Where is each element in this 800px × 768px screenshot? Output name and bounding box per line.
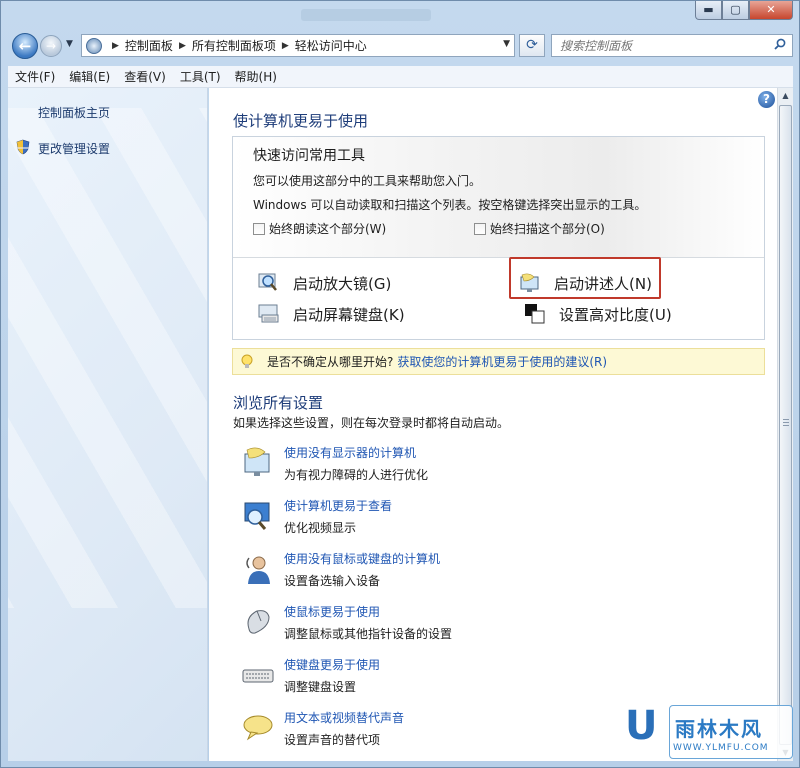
- speech-bubble-icon: [243, 715, 273, 741]
- setting-link[interactable]: 使用没有显示器的计算机: [284, 444, 416, 461]
- setting-item: 使键盘更易于使用 调整键盘设置: [241, 656, 741, 702]
- sidebar-item-change-admin-settings[interactable]: 更改管理设置: [38, 140, 110, 157]
- back-arrow-icon: ←: [18, 37, 32, 55]
- setting-link[interactable]: 使用没有鼠标或键盘的计算机: [284, 550, 440, 567]
- vertical-scrollbar[interactable]: ▲ ▼: [777, 88, 793, 761]
- address-bar[interactable]: ▶ 控制面板 ▶ 所有控制面板项 ▶ 轻松访问中心 ▼: [81, 34, 515, 57]
- high-contrast-icon: [525, 304, 545, 324]
- setting-description: 优化视频显示: [284, 521, 357, 535]
- breadcrumb-separator[interactable]: ▶: [112, 41, 119, 51]
- start-magnifier-link[interactable]: 启动放大镜(G): [257, 272, 391, 294]
- tool-label[interactable]: 设置高对比度(U): [559, 304, 672, 325]
- window-title-blurred: [301, 9, 431, 21]
- sidebar-item-control-panel-home[interactable]: 控制面板主页: [38, 104, 110, 121]
- mouse-icon: [247, 610, 270, 634]
- narrator-highlight-box: [509, 257, 661, 299]
- setting-description: 设置声音的替代项: [284, 733, 381, 747]
- scroll-up-arrow-icon[interactable]: ▲: [778, 88, 793, 104]
- start-on-screen-keyboard-link[interactable]: 启动屏幕键盘(K): [257, 303, 405, 325]
- setting-description: 为有视力障碍的人进行优化: [284, 468, 429, 482]
- checkbox-box[interactable]: [253, 222, 265, 235]
- title-bar: ▬ ▢ ✕: [1, 1, 799, 29]
- magnifier-icon: [258, 273, 277, 291]
- quick-access-description: 您可以使用这部分中的工具来帮助您入门。: [253, 174, 482, 188]
- breadcrumb-ease-of-access[interactable]: 轻松访问中心: [295, 37, 367, 54]
- checkbox-box[interactable]: [474, 222, 486, 235]
- always-read-checkbox[interactable]: 始终朗读这个部分(W): [253, 220, 386, 237]
- menu-bar: 文件(F) 编辑(E) 查看(V) 工具(T) 帮助(H): [8, 66, 793, 88]
- checkbox-label: 始终扫描这个部分(O): [490, 222, 605, 236]
- left-pane: 控制面板主页 更改管理设置: [8, 88, 208, 761]
- tool-label[interactable]: 启动屏幕键盘(K): [293, 304, 405, 325]
- setting-link[interactable]: 使鼠标更易于使用: [284, 603, 380, 620]
- refresh-icon: ⟳: [526, 37, 538, 53]
- no-display-icon: [244, 447, 270, 476]
- setting-description: 调整键盘设置: [284, 680, 357, 694]
- checkbox-label: 始终朗读这个部分(W): [269, 222, 387, 236]
- menu-edit[interactable]: 编辑(E): [62, 68, 117, 85]
- breadcrumb-all-items[interactable]: 所有控制面板项: [192, 37, 276, 54]
- on-screen-keyboard-icon: [258, 304, 279, 323]
- browse-settings-title: 浏览所有设置: [233, 394, 324, 412]
- back-button[interactable]: ←: [12, 33, 38, 59]
- menu-view[interactable]: 查看(V): [117, 68, 173, 85]
- setting-item: 使用没有显示器的计算机 为有视力障碍的人进行优化: [241, 444, 741, 490]
- menu-help[interactable]: 帮助(H): [228, 68, 284, 85]
- browse-settings-subtitle: 如果选择这些设置，则在每次登录时都将自动启动。: [233, 416, 510, 430]
- setting-item: 使鼠标更易于使用 调整鼠标或其他指针设备的设置: [241, 603, 741, 649]
- always-scan-checkbox[interactable]: 始终扫描这个部分(O): [474, 220, 605, 237]
- quick-access-header: 快速访问常用工具 您可以使用这部分中的工具来帮助您入门。 Windows 可以自…: [233, 137, 764, 258]
- setting-link[interactable]: 使计算机更易于查看: [284, 497, 392, 514]
- breadcrumb-separator[interactable]: ▶: [179, 41, 186, 51]
- set-high-contrast-link[interactable]: 设置高对比度(U): [523, 303, 672, 325]
- window-controls: ▬ ▢ ✕: [695, 1, 793, 20]
- keyboard-icon: [242, 669, 274, 683]
- help-icon[interactable]: ?: [758, 91, 775, 108]
- setting-description: 调整鼠标或其他指针设备的设置: [284, 627, 453, 641]
- breadcrumb-separator[interactable]: ▶: [282, 41, 289, 51]
- tip-question: 是否不确定从哪里开始?: [267, 355, 394, 369]
- setting-item: 使计算机更易于查看 优化视频显示: [241, 497, 741, 543]
- uac-shield-icon: [16, 139, 30, 155]
- minimize-button[interactable]: ▬: [695, 1, 722, 20]
- scroll-thumb[interactable]: [779, 105, 792, 745]
- user-speech-icon: [246, 556, 270, 584]
- display-magnify-icon: [244, 502, 270, 530]
- menu-tools[interactable]: 工具(T): [173, 68, 228, 85]
- address-dropdown-icon[interactable]: ▼: [503, 39, 510, 49]
- tip-bar: 是否不确定从哪里开始? 获取使您的计算机更易于使用的建议(R): [232, 348, 765, 375]
- close-button[interactable]: ✕: [749, 1, 793, 20]
- scroll-grip: [783, 419, 789, 427]
- quick-access-panel: 快速访问常用工具 您可以使用这部分中的工具来帮助您入门。 Windows 可以自…: [232, 136, 765, 340]
- quick-access-title: 快速访问常用工具: [253, 148, 365, 164]
- tool-label[interactable]: 启动放大镜(G): [293, 273, 391, 294]
- search-input[interactable]: [552, 35, 762, 56]
- main-pane: ? 使计算机更易于使用 快速访问常用工具 您可以使用这部分中的工具来帮助您入门。…: [209, 88, 777, 761]
- search-box[interactable]: [551, 34, 793, 57]
- setting-link[interactable]: 用文本或视频替代声音: [284, 709, 404, 726]
- scroll-down-arrow-icon[interactable]: ▼: [778, 745, 793, 761]
- recent-pages-dropdown[interactable]: ▼: [66, 39, 73, 49]
- left-pane-decoration: [8, 108, 207, 608]
- menu-file[interactable]: 文件(F): [8, 68, 62, 85]
- control-panel-icon: [86, 37, 102, 54]
- refresh-button[interactable]: ⟳: [519, 34, 545, 57]
- navigation-bar: ← → ▼ ▶ 控制面板 ▶ 所有控制面板项 ▶ 轻松访问中心 ▼ ⟳: [1, 29, 799, 63]
- maximize-button[interactable]: ▢: [722, 1, 749, 20]
- forward-button[interactable]: →: [40, 35, 62, 57]
- lightbulb-icon: [241, 354, 253, 368]
- breadcrumb-control-panel[interactable]: 控制面板: [125, 37, 173, 54]
- setting-link[interactable]: 使键盘更易于使用: [284, 656, 380, 673]
- setting-item: 用文本或视频替代声音 设置声音的替代项: [241, 709, 741, 755]
- setting-item: 使用没有鼠标或键盘的计算机 设置备选输入设备: [241, 550, 741, 596]
- search-icon[interactable]: [774, 38, 786, 50]
- setting-description: 设置备选输入设备: [284, 574, 381, 588]
- page-title: 使计算机更易于使用: [233, 112, 369, 130]
- quick-access-instruction: Windows 可以自动读取和扫描这个列表。按空格键选择突出显示的工具。: [253, 198, 647, 212]
- tip-recommendations-link[interactable]: 获取使您的计算机更易于使用的建议(R): [397, 353, 607, 370]
- forward-arrow-icon: →: [45, 39, 57, 53]
- window: ▬ ▢ ✕ ← → ▼ ▶ 控制面板 ▶ 所有控制面板项 ▶ 轻松访问中心 ▼ …: [0, 0, 800, 768]
